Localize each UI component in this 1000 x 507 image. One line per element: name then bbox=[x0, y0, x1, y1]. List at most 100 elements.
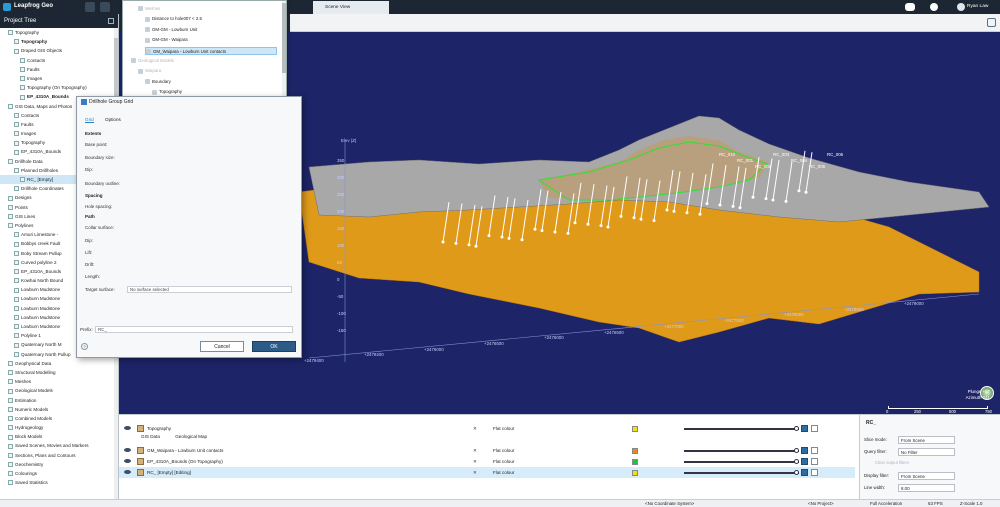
shape-icon bbox=[137, 469, 144, 476]
drillhole-label[interactable]: RC_006 bbox=[827, 152, 843, 157]
transparency-slider[interactable] bbox=[684, 448, 799, 453]
shape-list-row[interactable]: Topography ✕ Flat colour bbox=[119, 423, 855, 434]
user-name[interactable]: Ryan Law bbox=[967, 4, 988, 9]
cloud-icon[interactable] bbox=[905, 3, 915, 11]
slice-toggle-icon[interactable] bbox=[801, 447, 808, 454]
surface-menu-item[interactable]: GM-GM - Waipara bbox=[145, 36, 188, 44]
ok-button[interactable]: OK bbox=[252, 341, 296, 352]
drillhole-label[interactable]: RC_010 bbox=[719, 152, 735, 157]
colouring-select[interactable]: Flat colour bbox=[493, 445, 553, 456]
tree-item[interactable]: Faults bbox=[0, 65, 118, 74]
prefix-input[interactable]: RC_ bbox=[95, 326, 293, 333]
drillhole-label[interactable]: RC_001 bbox=[737, 158, 753, 163]
tree-item[interactable]: Hydrogeology bbox=[0, 423, 118, 432]
folder-icon bbox=[14, 241, 19, 247]
tree-item[interactable]: Geological Models bbox=[0, 386, 118, 395]
slice-toggle-icon[interactable] bbox=[801, 425, 808, 432]
properties-toggle-icon[interactable] bbox=[811, 469, 818, 476]
remove-shape-icon[interactable]: ✕ bbox=[473, 456, 477, 467]
drillhole-label[interactable]: RC_004 bbox=[791, 158, 807, 163]
drillhole-label[interactable]: RC_002 bbox=[755, 164, 771, 169]
visibility-eye-icon[interactable] bbox=[124, 426, 131, 430]
tree-item[interactable]: Colourings bbox=[0, 469, 118, 478]
surface-menu-item[interactable]: GM_Waipara - Lowburn Unit contacts bbox=[145, 46, 277, 55]
colouring-select[interactable]: Flat colour bbox=[493, 423, 553, 434]
tab-grid[interactable]: Grid bbox=[85, 117, 94, 123]
display-filter-select[interactable]: From Scene bbox=[898, 472, 955, 480]
folder-icon bbox=[20, 57, 25, 63]
tree-item[interactable]: Block Models bbox=[0, 432, 118, 441]
tree-item[interactable]: Saved Scenes, Movies and Markers bbox=[0, 441, 118, 450]
visibility-eye-icon[interactable] bbox=[124, 448, 131, 452]
gis-sub-row[interactable]: GIS Data Geological Map bbox=[141, 434, 207, 439]
tree-item[interactable]: Sections, Plans and Contours bbox=[0, 451, 118, 460]
screenshot-icon[interactable] bbox=[987, 18, 996, 27]
surface-menu-item[interactable]: Distance to hole007 < 2.5 bbox=[145, 15, 202, 23]
colour-swatch[interactable] bbox=[632, 459, 638, 465]
tree-item[interactable]: Contacts bbox=[0, 56, 118, 65]
colour-swatch[interactable] bbox=[632, 426, 638, 432]
visibility-eye-icon[interactable] bbox=[124, 459, 131, 463]
close-scene-icon[interactable] bbox=[100, 2, 110, 12]
user-avatar-icon[interactable] bbox=[957, 3, 965, 11]
drillhole-end bbox=[784, 199, 788, 203]
tree-item[interactable]: Numeric Models bbox=[0, 405, 118, 414]
transparency-slider[interactable] bbox=[684, 459, 799, 464]
remove-shape-icon[interactable]: ✕ bbox=[473, 423, 477, 434]
tree-item[interactable]: Topography (On Topography) bbox=[0, 83, 118, 92]
remove-shape-icon[interactable]: ✕ bbox=[473, 445, 477, 456]
tree-item[interactable]: Topography bbox=[0, 28, 118, 37]
surface-menu-item[interactable]: Boundary bbox=[145, 78, 171, 86]
tree-item[interactable]: Estimation bbox=[0, 396, 118, 405]
tab-options[interactable]: Options bbox=[105, 117, 121, 122]
properties-toggle-icon[interactable] bbox=[811, 447, 818, 454]
shape-list-row[interactable]: RC_ [Empty] [Editing] ✕ Flat colour bbox=[119, 467, 855, 478]
properties-toggle-icon[interactable] bbox=[811, 458, 818, 465]
cancel-button[interactable]: Cancel bbox=[200, 341, 244, 352]
drillhole-label[interactable]: RC_005 bbox=[809, 164, 825, 169]
coord-system-status[interactable]: <No Coordinate System> bbox=[645, 501, 694, 506]
drillhole-label[interactable]: RC_003 bbox=[773, 152, 789, 157]
drillhole-end bbox=[751, 195, 755, 199]
tree-item[interactable]: Saved Statistics bbox=[0, 478, 118, 487]
shape-list-row[interactable]: EP_4310A_Bounds (On Topography) ✕ Flat col… bbox=[119, 456, 855, 467]
surface-menu-item[interactable]: GM-GM - Lowburn Unit bbox=[145, 26, 197, 34]
shape-list-row[interactable]: GM_Waipara - Lowburn Unit contacts ✕ Flat … bbox=[119, 445, 855, 456]
tree-item[interactable]: Images bbox=[0, 74, 118, 83]
panel-float-icon[interactable] bbox=[108, 18, 114, 24]
tree-item[interactable]: Draped GIS Objects bbox=[0, 46, 118, 55]
properties-toggle-icon[interactable] bbox=[811, 425, 818, 432]
clear-filter-link[interactable]: Clear output filters bbox=[875, 460, 909, 465]
colour-swatch[interactable] bbox=[632, 448, 638, 454]
tree-item[interactable]: Geophysical Data bbox=[0, 359, 118, 368]
colouring-select[interactable]: Flat colour bbox=[493, 467, 553, 478]
help-icon[interactable]: ? bbox=[81, 343, 88, 350]
tab-scene-view[interactable]: Scene View bbox=[313, 1, 389, 14]
colouring-select[interactable]: Flat colour bbox=[493, 456, 553, 467]
query-filter-select[interactable]: No Filter bbox=[898, 448, 955, 456]
slice-toggle-icon[interactable] bbox=[801, 458, 808, 465]
back-icon[interactable] bbox=[85, 2, 95, 12]
visibility-eye-icon[interactable] bbox=[124, 470, 131, 474]
colour-swatch[interactable] bbox=[632, 470, 638, 476]
tree-item[interactable]: Geochemistry bbox=[0, 460, 118, 469]
transparency-slider[interactable] bbox=[684, 426, 799, 431]
transparency-slider[interactable] bbox=[684, 470, 799, 475]
tree-item[interactable]: Structural Modelling bbox=[0, 368, 118, 377]
tree-item[interactable]: Combined Models bbox=[0, 414, 118, 423]
line-width-input[interactable]: 8.00 bbox=[898, 484, 955, 492]
slice-mode-select[interactable]: From Scene bbox=[898, 436, 955, 444]
tree-item[interactable]: Topography bbox=[0, 37, 118, 46]
slice-toggle-icon[interactable] bbox=[801, 469, 808, 476]
surface-menu-item[interactable]: Topography bbox=[152, 88, 182, 96]
gis-sub-value[interactable]: Geological Map bbox=[175, 434, 207, 439]
sync-icon[interactable] bbox=[930, 3, 938, 11]
tree-item[interactable]: Meshes bbox=[0, 377, 118, 386]
folder-icon bbox=[20, 85, 25, 91]
target-surface-select[interactable]: No surface selected bbox=[127, 286, 292, 293]
folder-icon bbox=[14, 122, 19, 128]
remove-shape-icon[interactable]: ✕ bbox=[473, 467, 477, 478]
zscale-status[interactable]: Z-Scale 1.0 bbox=[960, 501, 982, 506]
properties-panel: RC_ Slice mode: From Scene Query filter:… bbox=[859, 415, 1000, 500]
project-status[interactable]: <No Project> bbox=[808, 501, 834, 506]
